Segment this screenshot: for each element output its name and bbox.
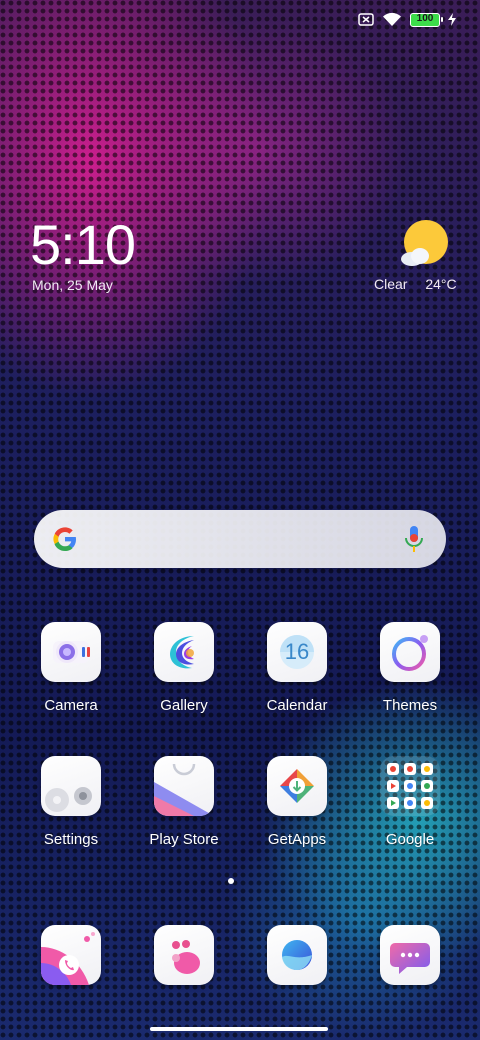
- status-bar: 100: [358, 12, 456, 27]
- dock-browser[interactable]: [247, 925, 347, 985]
- app-camera[interactable]: Camera: [21, 622, 121, 714]
- gallery-icon: [154, 622, 214, 682]
- charging-bolt-icon: [448, 13, 456, 26]
- app-label: Camera: [44, 697, 98, 714]
- app-label: Gallery: [160, 697, 208, 714]
- messages-icon: [380, 925, 440, 985]
- battery-icon: 100: [410, 12, 443, 27]
- clock-time[interactable]: 5:10: [30, 212, 136, 277]
- camera-icon: [41, 622, 101, 682]
- app-settings[interactable]: Settings: [21, 756, 121, 848]
- weather-condition: Clear: [374, 276, 408, 292]
- app-play-store[interactable]: Play Store: [134, 756, 234, 848]
- app-calendar[interactable]: 16 Calendar: [247, 622, 347, 714]
- wifi-icon: [383, 12, 401, 26]
- page-indicator: [228, 878, 234, 884]
- microphone-icon[interactable]: [404, 524, 424, 554]
- browser-icon: [267, 925, 327, 985]
- settings-icon: [41, 756, 101, 816]
- app-google-folder[interactable]: Google: [360, 756, 460, 848]
- google-logo-icon: [53, 527, 76, 551]
- app-label: Settings: [43, 831, 99, 848]
- weather-temperature: 24°C: [425, 276, 457, 292]
- app-getapps[interactable]: GetApps: [247, 756, 347, 848]
- play-store-icon: [154, 756, 214, 816]
- google-folder-icon: [380, 756, 440, 816]
- google-search-bar[interactable]: [34, 510, 446, 568]
- app-themes[interactable]: Themes: [360, 622, 460, 714]
- clock-date[interactable]: Mon, 25 May: [32, 277, 113, 293]
- calendar-icon: 16: [267, 622, 327, 682]
- dock-phone[interactable]: [21, 925, 121, 985]
- phone-icon: [41, 925, 101, 985]
- app-label: Google: [385, 831, 435, 848]
- app-gallery[interactable]: Gallery: [134, 622, 234, 714]
- app-label: Play Store: [149, 831, 219, 848]
- dock-messages[interactable]: [360, 925, 460, 985]
- dock-contacts[interactable]: [134, 925, 234, 985]
- weather-summary[interactable]: Clear 24°C: [374, 276, 457, 292]
- page-dot-active: [228, 878, 234, 884]
- app-label: Calendar: [266, 697, 328, 714]
- app-label: Themes: [382, 697, 438, 714]
- themes-icon: [380, 622, 440, 682]
- battery-level: 100: [416, 12, 434, 24]
- contacts-icon: [154, 925, 214, 985]
- sun-cloud-icon[interactable]: [398, 220, 454, 270]
- home-gesture-handle[interactable]: [150, 1027, 328, 1031]
- calendar-day-badge: 16: [284, 639, 310, 664]
- sim-off-icon: [358, 13, 374, 26]
- app-label: GetApps: [267, 831, 327, 848]
- getapps-icon: [267, 756, 327, 816]
